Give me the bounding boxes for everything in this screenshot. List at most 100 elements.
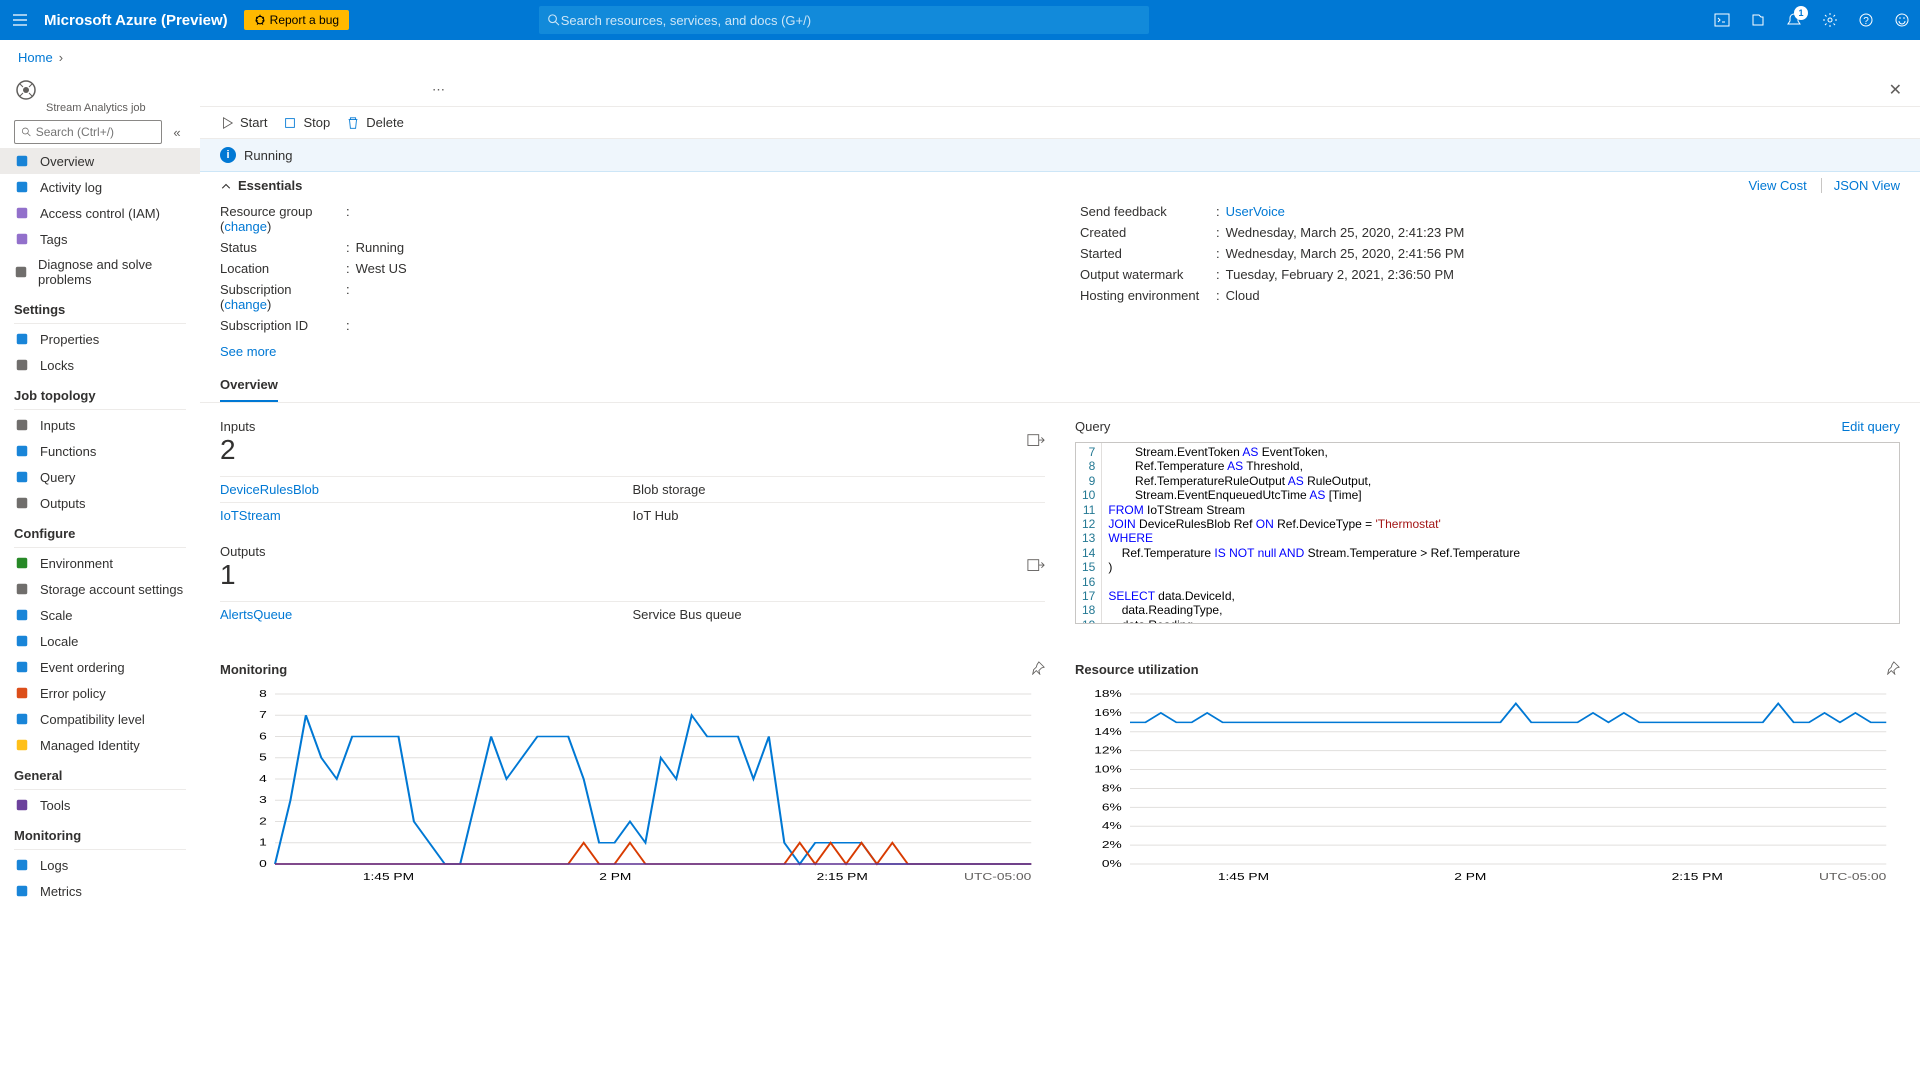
command-bar: Start Stop Delete [200, 107, 1920, 139]
sidebar-section-monitoring: Monitoring [0, 818, 200, 847]
chevron-right-icon: › [59, 50, 63, 65]
edit-query-link[interactable]: Edit query [1841, 419, 1900, 434]
collapse-sidebar-button[interactable]: « [168, 123, 186, 141]
scale-icon [14, 607, 30, 623]
svg-text:6%: 6% [1102, 801, 1122, 813]
json-view-link[interactable]: JSON View [1821, 178, 1900, 193]
monitoring-chart: Monitoring 0123456781:45 PM2 PM2:15 PMUT… [220, 661, 1045, 887]
io-link[interactable]: IoTStream [220, 508, 633, 523]
svg-text:8: 8 [259, 688, 267, 700]
see-more-link[interactable]: See more [220, 344, 276, 359]
sidebar-item-scale[interactable]: Scale [0, 602, 200, 628]
svg-text:0%: 0% [1102, 858, 1122, 870]
sidebar-section-general: General [0, 758, 200, 787]
play-icon [220, 116, 234, 130]
search-icon [21, 126, 32, 138]
sidebar-item-properties[interactable]: Properties [0, 326, 200, 352]
essentials-row: Status:Running [220, 237, 1040, 258]
svg-text:1:45 PM: 1:45 PM [363, 871, 414, 883]
report-bug-button[interactable]: Report a bug [244, 10, 349, 30]
sidebar-item-activity-log[interactable]: Activity log [0, 174, 200, 200]
sidebar-item-locks[interactable]: Locks [0, 352, 200, 378]
global-search[interactable] [539, 6, 1149, 34]
svg-text:1: 1 [259, 837, 267, 849]
top-bar: Microsoft Azure (Preview) Report a bug 1… [0, 0, 1920, 40]
svg-text:2:15 PM: 2:15 PM [817, 871, 868, 883]
settings-icon[interactable] [1820, 10, 1840, 30]
change-link[interactable]: change [224, 297, 267, 312]
change-link[interactable]: change [224, 219, 267, 234]
feedback-icon[interactable] [1892, 10, 1912, 30]
sidebar-item-overview[interactable]: Overview [0, 148, 200, 174]
view-cost-link[interactable]: View Cost [1748, 178, 1806, 193]
directory-icon[interactable] [1748, 10, 1768, 30]
tabs: Overview [200, 369, 1920, 403]
gear-icon [14, 581, 30, 597]
delete-button[interactable]: Delete [346, 115, 404, 130]
cloud-shell-icon[interactable] [1712, 10, 1732, 30]
svg-text:1:45 PM: 1:45 PM [1218, 871, 1269, 883]
tools-icon [14, 797, 30, 813]
sidebar-item-metrics[interactable]: Metrics [0, 878, 200, 904]
fn-icon [14, 443, 30, 459]
stop-button[interactable]: Stop [283, 115, 330, 130]
essentials-row: Location:West US [220, 258, 1040, 279]
svg-text:8%: 8% [1102, 782, 1122, 794]
sidebar-item-locale[interactable]: Locale [0, 628, 200, 654]
add-output-button[interactable] [1027, 557, 1045, 578]
order-icon [14, 659, 30, 675]
sidebar-item-access-control-iam-[interactable]: Access control (IAM) [0, 200, 200, 226]
sidebar-item-compatibility-level[interactable]: Compatibility level [0, 706, 200, 732]
io-link[interactable]: AlertsQueue [220, 607, 633, 622]
svg-text:14%: 14% [1094, 726, 1122, 738]
sidebar-section-configure: Configure [0, 516, 200, 545]
more-menu-button[interactable]: ⋯ [420, 82, 458, 98]
sidebar-search[interactable] [14, 120, 162, 144]
globe2-icon [14, 633, 30, 649]
close-blade-button[interactable]: ✕ [1879, 80, 1912, 100]
sidebar-item-diagnose-and-solve-problems[interactable]: Diagnose and solve problems [0, 252, 200, 292]
sidebar-item-query[interactable]: Query [0, 464, 200, 490]
sidebar-item-inputs[interactable]: Inputs [0, 412, 200, 438]
sidebar-search-input[interactable] [36, 125, 155, 139]
stream-analytics-icon [14, 78, 38, 102]
svg-text:2: 2 [259, 815, 267, 827]
query-editor[interactable]: 78910111213141516171819 Stream.EventToke… [1075, 442, 1900, 624]
svg-text:6: 6 [259, 730, 267, 742]
hamburger-icon[interactable] [8, 8, 32, 32]
sidebar-item-tags[interactable]: Tags [0, 226, 200, 252]
pin-resource-button[interactable] [1886, 661, 1900, 678]
essentials-header[interactable]: Essentials View Cost JSON View [200, 172, 1920, 199]
tab-overview[interactable]: Overview [220, 369, 278, 402]
sidebar-item-managed-identity[interactable]: Managed Identity [0, 732, 200, 758]
io-link[interactable]: DeviceRulesBlob [220, 482, 633, 497]
people-icon [14, 205, 30, 221]
notifications-icon[interactable]: 1 [1784, 10, 1804, 30]
status-bar: i Running [200, 139, 1920, 172]
svg-text:10%: 10% [1094, 763, 1122, 775]
help-icon[interactable]: ? [1856, 10, 1876, 30]
sidebar-item-outputs[interactable]: Outputs [0, 490, 200, 516]
breadcrumb-home[interactable]: Home [18, 50, 53, 65]
sidebar-item-error-policy[interactable]: Error policy [0, 680, 200, 706]
env-icon [14, 555, 30, 571]
svg-text:2%: 2% [1102, 839, 1122, 851]
resource-chart: Resource utilization 0%2%4%6%8%10%12%14%… [1075, 661, 1900, 887]
sidebar-item-tools[interactable]: Tools [0, 792, 200, 818]
start-button[interactable]: Start [220, 115, 267, 130]
global-search-input[interactable] [561, 13, 1141, 28]
essentials-row: Send feedback:UserVoice [1080, 201, 1900, 222]
blade-titlebar: ⋯ ✕ [200, 74, 1920, 107]
sidebar-item-environment[interactable]: Environment [0, 550, 200, 576]
sidebar-section-settings: Settings [0, 292, 200, 321]
essentials-row: Subscription ID: [220, 315, 1040, 336]
svg-text:UTC-05:00: UTC-05:00 [1819, 871, 1887, 883]
sidebar-item-storage-account-settings[interactable]: Storage account settings [0, 576, 200, 602]
inputs-outputs-pane: Inputs 2 DeviceRulesBlobBlob storageIoTS… [220, 419, 1045, 643]
sidebar-item-logs[interactable]: Logs [0, 852, 200, 878]
sidebar-item-functions[interactable]: Functions [0, 438, 200, 464]
add-input-button[interactable] [1027, 432, 1045, 453]
sidebar-item-event-ordering[interactable]: Event ordering [0, 654, 200, 680]
info-icon: i [220, 147, 236, 163]
pin-monitoring-button[interactable] [1031, 661, 1045, 678]
